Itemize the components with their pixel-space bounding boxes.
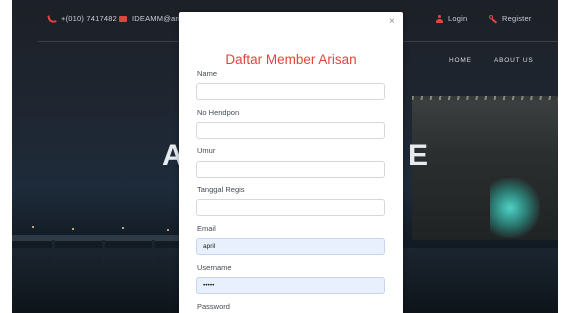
nav-home[interactable]: HOME [449, 57, 472, 64]
nav-about-us[interactable]: ABOUT US [494, 57, 534, 64]
close-icon[interactable]: × [389, 16, 395, 27]
name-label: Name [197, 69, 218, 78]
phone-text: +(010) 7417482 [61, 14, 117, 23]
right-margin [558, 0, 572, 313]
user-icon [436, 14, 443, 23]
email-label: Email [197, 224, 216, 233]
city-light [122, 227, 124, 229]
email-contact: IDEAMM@ari [119, 14, 180, 23]
hero-title-fragment-right: E [408, 139, 429, 172]
phone-contact: +(010) 7417482 [47, 13, 117, 24]
age-label: Umur [197, 146, 216, 155]
phone-label: No Hendpon [197, 108, 240, 117]
username-label: Username [197, 263, 232, 272]
city-light [167, 229, 169, 231]
register-link[interactable]: Register [489, 14, 532, 23]
mail-icon [119, 15, 127, 22]
pier-post [102, 240, 105, 262]
city-light [72, 228, 74, 230]
password-label: Password [197, 302, 230, 311]
age-field[interactable] [196, 161, 385, 178]
left-margin [0, 0, 12, 313]
login-label: Login [448, 14, 468, 23]
name-field[interactable] [196, 83, 385, 100]
phone-icon [47, 13, 57, 24]
modal-title: Daftar Member Arisan [225, 52, 357, 67]
pavilion-light [490, 178, 540, 238]
username-field[interactable] [196, 277, 385, 294]
key-icon [489, 14, 497, 23]
pier [12, 235, 202, 241]
register-label: Register [502, 14, 532, 23]
phone-field[interactable] [196, 122, 385, 139]
registration-date-field[interactable] [196, 199, 385, 216]
registration-date-label: Tanggal Regis [197, 185, 245, 194]
pier-post [52, 240, 55, 262]
city-light [32, 226, 34, 228]
login-link[interactable]: Login [436, 14, 467, 23]
email-field[interactable] [196, 238, 385, 255]
email-text: IDEAMM@ari [132, 14, 180, 23]
pier-post [152, 240, 155, 262]
